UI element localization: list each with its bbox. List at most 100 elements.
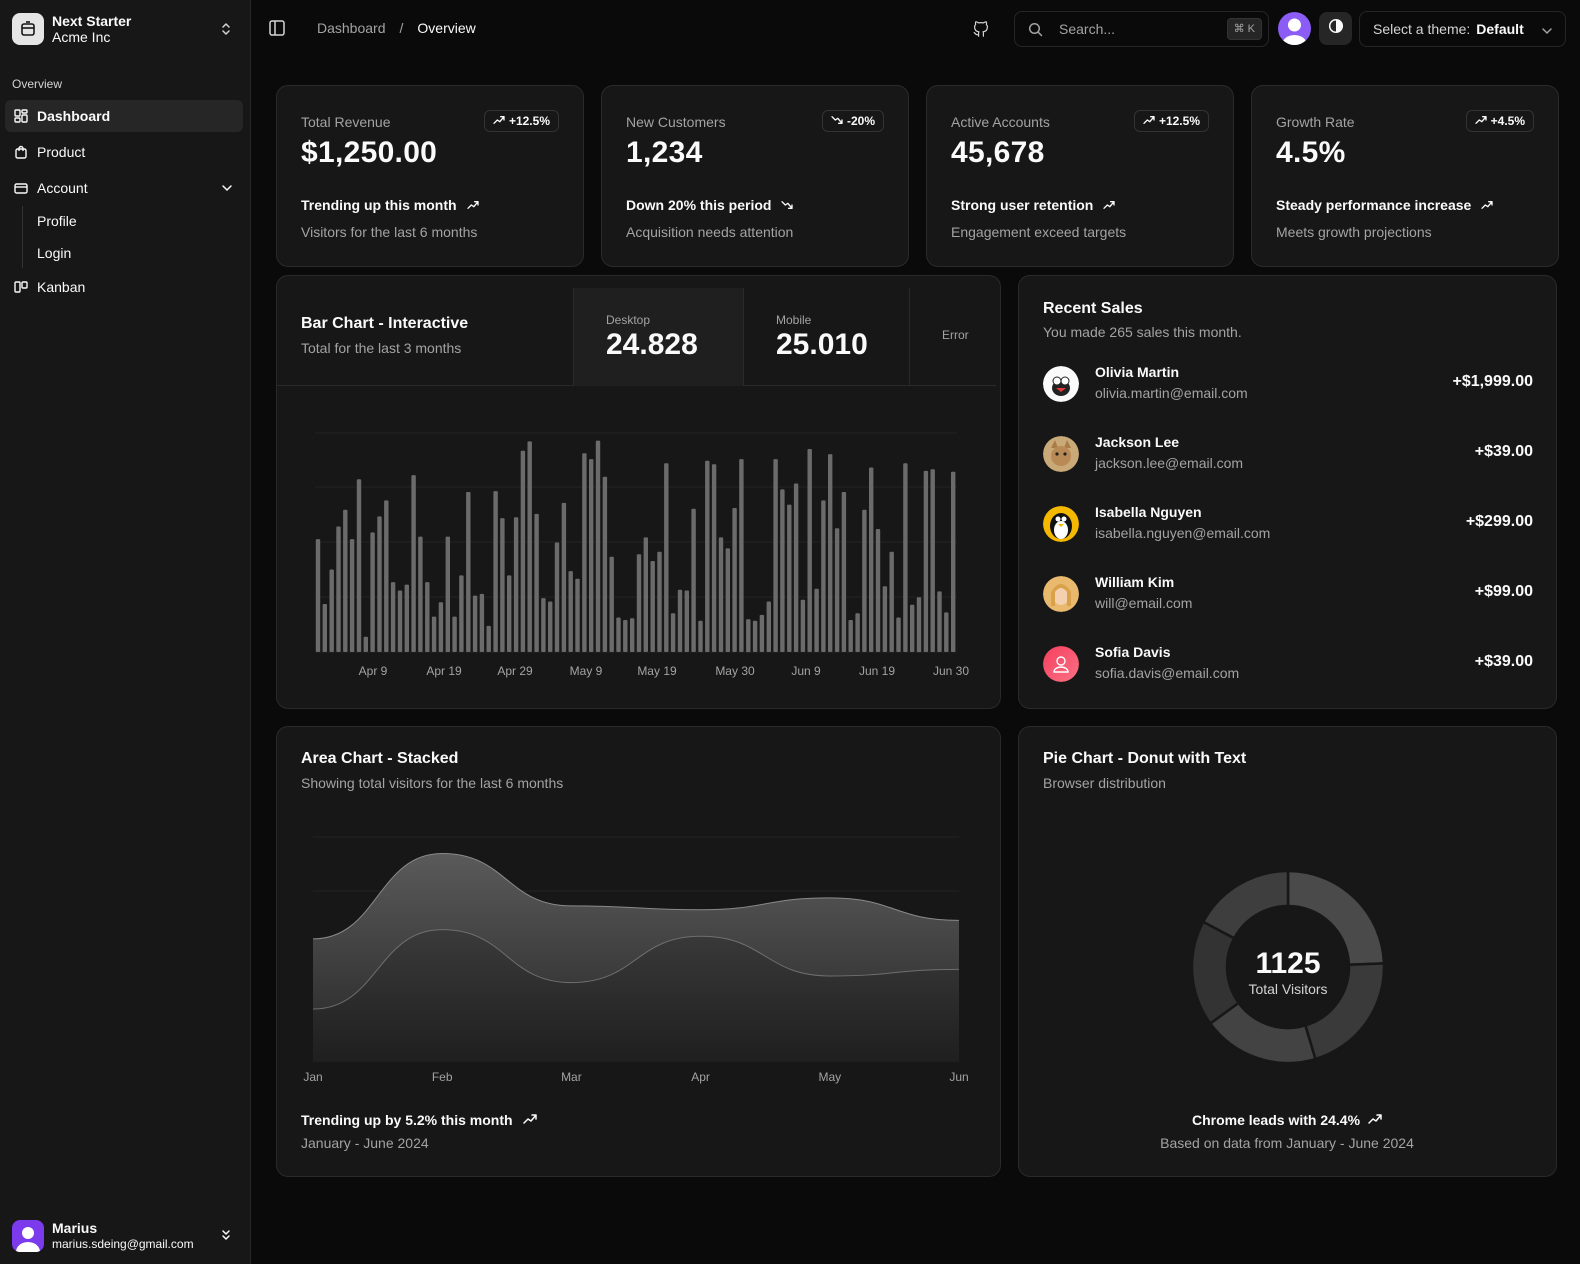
sidebar-item-kanban[interactable]: Kanban bbox=[5, 271, 243, 303]
bar-mark[interactable] bbox=[322, 604, 327, 652]
bar-mark[interactable] bbox=[343, 509, 348, 652]
bar-mark[interactable] bbox=[698, 620, 703, 652]
bar-mark[interactable] bbox=[684, 590, 689, 653]
bar-mark[interactable] bbox=[855, 613, 860, 652]
sidebar-item-account[interactable]: Account bbox=[5, 172, 243, 204]
bar-mark[interactable] bbox=[623, 620, 628, 652]
bar-mark[interactable] bbox=[486, 625, 491, 652]
metric-mobile-button[interactable]: Mobile 25.010 bbox=[743, 288, 909, 386]
bar-mark[interactable] bbox=[923, 470, 929, 652]
bar-mark[interactable] bbox=[752, 620, 758, 652]
bar-mark[interactable] bbox=[425, 582, 430, 652]
bar-mark[interactable] bbox=[773, 459, 778, 652]
bar-mark[interactable] bbox=[384, 500, 389, 652]
bar-mark[interactable] bbox=[705, 460, 710, 652]
bar-mark[interactable] bbox=[889, 551, 894, 652]
bar-mark[interactable] bbox=[800, 599, 806, 652]
bar-mark[interactable] bbox=[944, 612, 949, 652]
bar-mark[interactable] bbox=[821, 500, 826, 652]
bar-mark[interactable] bbox=[377, 516, 382, 652]
bar-mark[interactable] bbox=[411, 475, 416, 652]
pie-slice[interactable] bbox=[1201, 869, 1290, 940]
bar-mark[interactable] bbox=[875, 529, 881, 652]
bar-mark[interactable] bbox=[438, 602, 444, 652]
bar-mark[interactable] bbox=[554, 542, 560, 653]
bar-mark[interactable] bbox=[479, 593, 485, 652]
bar-mark[interactable] bbox=[356, 479, 362, 652]
bar-mark[interactable] bbox=[445, 536, 450, 652]
bar-mark[interactable] bbox=[834, 528, 840, 652]
bar-mark[interactable] bbox=[431, 616, 437, 652]
bar-mark[interactable] bbox=[349, 539, 355, 652]
bar-mark[interactable] bbox=[527, 441, 532, 652]
bar-mark[interactable] bbox=[691, 508, 696, 652]
bar-mark[interactable] bbox=[650, 561, 655, 652]
bar-mark[interactable] bbox=[930, 469, 935, 652]
bar-mark[interactable] bbox=[746, 619, 751, 653]
bar-mark[interactable] bbox=[472, 595, 478, 652]
bar-mark[interactable] bbox=[793, 483, 799, 653]
bar-mark[interactable] bbox=[329, 569, 334, 653]
bar-mark[interactable] bbox=[561, 502, 567, 652]
bar-mark[interactable] bbox=[534, 513, 539, 652]
metric-desktop-button[interactable]: Desktop 24.828 bbox=[573, 288, 743, 386]
bar-mark[interactable] bbox=[397, 590, 403, 653]
bar-mark[interactable] bbox=[910, 604, 915, 652]
bar-mark[interactable] bbox=[609, 556, 614, 652]
bar-mark[interactable] bbox=[466, 492, 471, 652]
bar-mark[interactable] bbox=[739, 459, 744, 652]
bar-mark[interactable] bbox=[711, 464, 717, 652]
bar-mark[interactable] bbox=[507, 575, 512, 652]
bar-mark[interactable] bbox=[862, 509, 867, 652]
theme-toggle-button[interactable] bbox=[1319, 12, 1352, 45]
bar-mark[interactable] bbox=[643, 537, 648, 652]
bar-mark[interactable] bbox=[336, 526, 341, 653]
theme-select[interactable]: Select a theme: Default bbox=[1359, 11, 1566, 47]
bar-mark[interactable] bbox=[664, 463, 669, 652]
bar-mark[interactable] bbox=[670, 613, 676, 652]
bar-mark[interactable] bbox=[841, 492, 847, 652]
bar-mark[interactable] bbox=[848, 620, 853, 652]
bar-mark[interactable] bbox=[807, 449, 812, 652]
bar-mark[interactable] bbox=[780, 489, 785, 652]
bar-mark[interactable] bbox=[520, 450, 526, 652]
sidebar-toggle-icon[interactable] bbox=[267, 18, 287, 38]
bar-mark[interactable] bbox=[787, 504, 792, 652]
metric-error-button[interactable]: Error bbox=[909, 288, 996, 386]
bar-mark[interactable] bbox=[513, 517, 519, 652]
avatar[interactable] bbox=[1278, 12, 1311, 45]
bar-mark[interactable] bbox=[951, 471, 956, 652]
bar-mark[interactable] bbox=[937, 591, 942, 652]
bar-mark[interactable] bbox=[452, 616, 457, 652]
bar-mark[interactable] bbox=[500, 518, 505, 652]
github-icon[interactable] bbox=[969, 17, 993, 41]
team-switcher[interactable]: Next Starter Acme Inc bbox=[12, 12, 240, 46]
bar-mark[interactable] bbox=[589, 459, 594, 652]
sidebar-subitem-login[interactable]: Login bbox=[30, 239, 230, 267]
bar-mark[interactable] bbox=[390, 582, 396, 652]
breadcrumb-dashboard[interactable]: Dashboard bbox=[317, 20, 386, 36]
bar-mark[interactable] bbox=[677, 589, 683, 652]
bar-mark[interactable] bbox=[595, 440, 601, 652]
bar-mark[interactable] bbox=[732, 508, 737, 652]
sidebar-item-product[interactable]: Product bbox=[5, 136, 243, 168]
bar-mark[interactable] bbox=[718, 537, 724, 652]
bar-mark[interactable] bbox=[541, 598, 546, 652]
bar-mark[interactable] bbox=[636, 554, 642, 652]
bar-mark[interactable] bbox=[418, 536, 423, 652]
bar-mark[interactable] bbox=[548, 601, 553, 653]
bar-mark[interactable] bbox=[828, 454, 833, 652]
bar-mark[interactable] bbox=[404, 584, 409, 652]
bar-mark[interactable] bbox=[896, 617, 901, 653]
user-menu[interactable]: Marius marius.sdeing@gmail.com bbox=[12, 1218, 240, 1254]
bar-mark[interactable] bbox=[568, 571, 573, 652]
bar-mark[interactable] bbox=[459, 575, 464, 652]
bar-mark[interactable] bbox=[814, 588, 819, 652]
sidebar-item-dashboard[interactable]: Dashboard bbox=[5, 100, 243, 132]
bar-mark[interactable] bbox=[869, 467, 874, 653]
bar-mark[interactable] bbox=[616, 617, 621, 653]
bar-mark[interactable] bbox=[725, 548, 730, 652]
bar-mark[interactable] bbox=[493, 491, 498, 652]
bar-mark[interactable] bbox=[582, 453, 587, 652]
bar-mark[interactable] bbox=[766, 601, 771, 653]
